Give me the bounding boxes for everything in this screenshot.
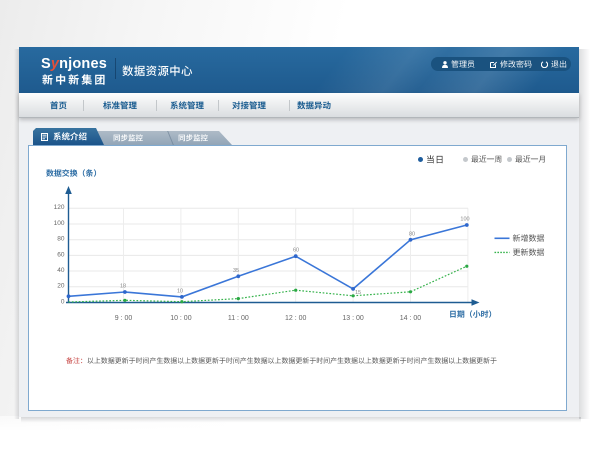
svg-text:10: 10 xyxy=(177,289,183,295)
svg-text:13 : 00: 13 : 00 xyxy=(342,315,364,322)
svg-text:80: 80 xyxy=(409,232,415,238)
svg-text:10 : 00: 10 : 00 xyxy=(170,315,192,322)
svg-text:20: 20 xyxy=(57,283,65,290)
svg-text:9 : 00: 9 : 00 xyxy=(115,315,133,322)
svg-text:80: 80 xyxy=(57,236,65,243)
svg-text:40: 40 xyxy=(57,267,65,274)
svg-text:100: 100 xyxy=(460,217,469,223)
svg-text:35: 35 xyxy=(233,268,239,274)
svg-text:18: 18 xyxy=(120,284,126,290)
svg-text:12 : 00: 12 : 00 xyxy=(285,315,307,322)
svg-text:11 : 00: 11 : 00 xyxy=(228,315,249,322)
svg-text:0: 0 xyxy=(61,298,65,305)
svg-text:60: 60 xyxy=(293,248,299,254)
svg-text:100: 100 xyxy=(54,220,65,227)
svg-text:120: 120 xyxy=(54,204,65,211)
svg-text:60: 60 xyxy=(57,251,65,258)
svg-text:15: 15 xyxy=(355,290,361,296)
svg-text:14 : 00: 14 : 00 xyxy=(400,315,422,322)
